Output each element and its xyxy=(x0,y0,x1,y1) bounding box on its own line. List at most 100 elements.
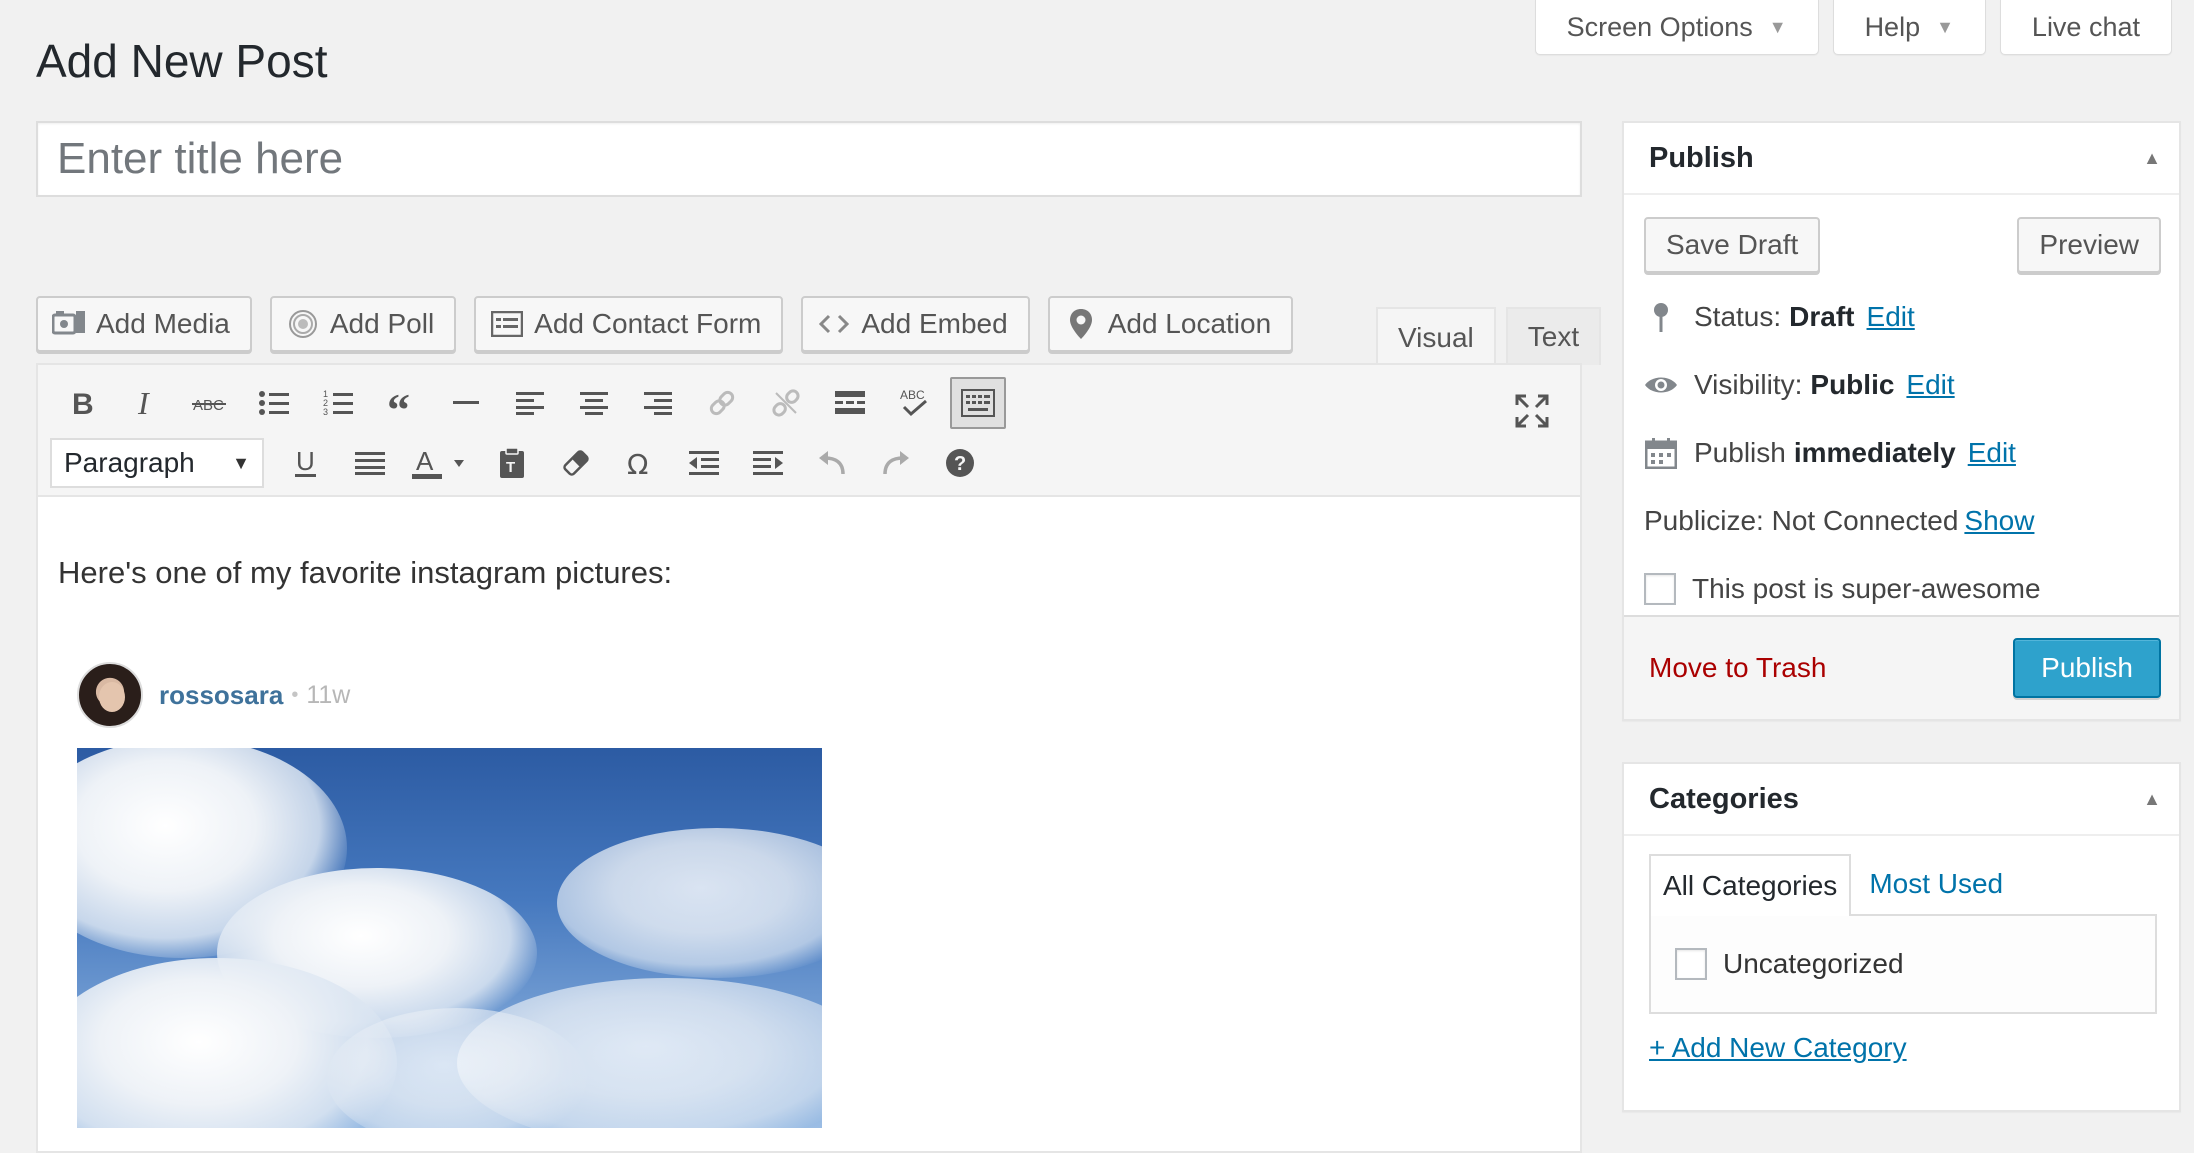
svg-text:Ω: Ω xyxy=(627,448,648,478)
numbered-list-icon[interactable]: 123 xyxy=(306,375,370,431)
categories-box-header[interactable]: Categories ▲ xyxy=(1624,764,2179,836)
instagram-timestamp: 11w xyxy=(306,680,351,709)
instagram-photo xyxy=(77,748,822,1128)
edit-visibility-link[interactable]: Edit xyxy=(1906,369,1954,401)
strikethrough-icon[interactable]: ABC xyxy=(178,375,242,431)
svg-text:?: ? xyxy=(954,453,966,475)
blockquote-icon[interactable]: “ xyxy=(370,375,434,431)
publicize-row: Publicize: Not Connected Show xyxy=(1624,487,2179,555)
collapse-arrow-icon[interactable]: ▲ xyxy=(2143,148,2161,169)
horizontal-rule-icon[interactable] xyxy=(434,375,498,431)
tab-text[interactable]: Text xyxy=(1505,307,1602,365)
svg-text:3: 3 xyxy=(323,407,328,417)
live-chat-label: Live chat xyxy=(2031,11,2140,42)
categories-box: Categories ▲ All Categories Most Used Un… xyxy=(1622,762,2181,1112)
editor-content[interactable]: Here's one of my favorite instagram pict… xyxy=(38,499,1580,1151)
publish-button[interactable]: Publish xyxy=(2013,638,2161,698)
add-contact-form-button[interactable]: Add Contact Form xyxy=(474,296,784,352)
svg-text:U: U xyxy=(296,447,315,476)
help-label: Help xyxy=(1864,11,1921,42)
categories-box-title: Categories xyxy=(1649,782,1799,815)
underline-icon[interactable]: U xyxy=(274,435,338,491)
read-more-icon[interactable] xyxy=(818,375,882,431)
move-to-trash-link[interactable]: Move to Trash xyxy=(1649,652,1826,684)
post-editor: B I ABC 123 “ ABC Paragraph ▼ U xyxy=(36,363,1582,1153)
toolbar-row-2: Paragraph ▼ U A T Ω ? xyxy=(50,435,992,491)
add-location-label: Add Location xyxy=(1107,308,1272,339)
special-character-icon[interactable]: Ω xyxy=(608,435,672,491)
indent-icon[interactable] xyxy=(736,435,800,491)
bullet-list-icon[interactable] xyxy=(242,375,306,431)
status-value: Draft xyxy=(1789,301,1855,332)
svg-text:ABC: ABC xyxy=(193,397,224,414)
avatar xyxy=(77,662,143,728)
screen-options-label: Screen Options xyxy=(1566,11,1753,42)
live-chat-button[interactable]: Live chat xyxy=(1999,0,2172,55)
justify-icon[interactable] xyxy=(338,435,402,491)
toolbar-row-1: B I ABC 123 “ ABC xyxy=(50,375,1010,431)
instagram-embed: rossosara • 11w xyxy=(77,662,822,1128)
help-button[interactable]: Help ▼ xyxy=(1832,0,1986,55)
paste-text-icon[interactable]: T xyxy=(480,435,544,491)
collapse-arrow-icon[interactable]: ▲ xyxy=(2143,789,2161,810)
publicize-label: Publicize: Not Connected xyxy=(1644,505,1959,536)
insert-link-icon[interactable] xyxy=(690,375,754,431)
category-tabs: All Categories Most Used xyxy=(1649,854,2015,916)
publicize-show-link[interactable]: Show xyxy=(1964,505,2034,537)
help-icon[interactable]: ? xyxy=(928,435,992,491)
schedule-value: immediately xyxy=(1793,437,1956,468)
edit-schedule-link[interactable]: Edit xyxy=(1968,437,2016,469)
toolbar-toggle-icon[interactable] xyxy=(950,377,1006,429)
text-color-icon[interactable]: A xyxy=(402,435,480,491)
add-media-button[interactable]: Add Media xyxy=(36,296,252,352)
align-center-icon[interactable] xyxy=(562,375,626,431)
add-poll-button[interactable]: Add Poll xyxy=(269,296,457,352)
tab-visual[interactable]: Visual xyxy=(1376,307,1496,367)
svg-text:A: A xyxy=(416,446,434,476)
tab-all-categories[interactable]: All Categories xyxy=(1649,854,1852,916)
format-select[interactable]: Paragraph ▼ xyxy=(50,438,264,488)
screen-options-button[interactable]: Screen Options ▼ xyxy=(1534,0,1819,55)
clear-formatting-icon[interactable] xyxy=(544,435,608,491)
category-checkbox-uncategorized[interactable] xyxy=(1675,948,1707,980)
svg-text:I: I xyxy=(137,388,150,418)
caret-down-icon: ▼ xyxy=(1936,16,1954,37)
post-title-input[interactable] xyxy=(36,121,1582,197)
redo-icon[interactable] xyxy=(864,435,928,491)
remove-link-icon[interactable] xyxy=(754,375,818,431)
outdent-icon[interactable] xyxy=(672,435,736,491)
instagram-header: rossosara • 11w xyxy=(77,662,822,728)
distraction-free-icon[interactable] xyxy=(1504,383,1560,439)
visibility-row: Visibility: Public Edit xyxy=(1624,351,2179,419)
add-new-category-link[interactable]: + Add New Category xyxy=(1649,1032,1907,1064)
add-media-label: Add Media xyxy=(96,308,230,339)
spellcheck-icon[interactable]: ABC xyxy=(882,375,946,431)
preview-button[interactable]: Preview xyxy=(2017,217,2161,273)
editor-toolbar: B I ABC 123 “ ABC Paragraph ▼ U xyxy=(38,365,1580,497)
separator-dot: • xyxy=(291,683,299,706)
add-embed-button[interactable]: Add Embed xyxy=(801,296,1030,352)
svg-text:T: T xyxy=(506,459,515,476)
align-right-icon[interactable] xyxy=(626,375,690,431)
add-contact-form-label: Add Contact Form xyxy=(534,308,762,339)
tab-most-used[interactable]: Most Used xyxy=(1857,854,2015,914)
page-title: Add New Post xyxy=(36,35,328,87)
chevron-down-icon: ▼ xyxy=(232,452,250,473)
add-location-button[interactable]: Add Location xyxy=(1047,296,1294,352)
minor-publishing-actions: Save Draft Preview xyxy=(1624,195,2179,273)
publish-box-header[interactable]: Publish ▲ xyxy=(1624,123,2179,195)
align-left-icon[interactable] xyxy=(498,375,562,431)
embed-icon xyxy=(817,307,851,341)
bold-icon[interactable]: B xyxy=(50,375,114,431)
category-label: Uncategorized xyxy=(1723,948,1904,979)
save-draft-button[interactable]: Save Draft xyxy=(1644,217,1821,273)
eye-icon xyxy=(1644,368,1678,402)
edit-status-link[interactable]: Edit xyxy=(1867,301,1915,333)
undo-icon[interactable] xyxy=(800,435,864,491)
instagram-username[interactable]: rossosara xyxy=(159,680,283,711)
italic-icon[interactable]: I xyxy=(114,375,178,431)
category-list: Uncategorized xyxy=(1649,914,2157,1014)
add-embed-label: Add Embed xyxy=(861,308,1008,339)
publish-box: Publish ▲ Save Draft Preview Status: Dra… xyxy=(1622,121,2181,721)
super-awesome-checkbox[interactable] xyxy=(1644,573,1676,605)
